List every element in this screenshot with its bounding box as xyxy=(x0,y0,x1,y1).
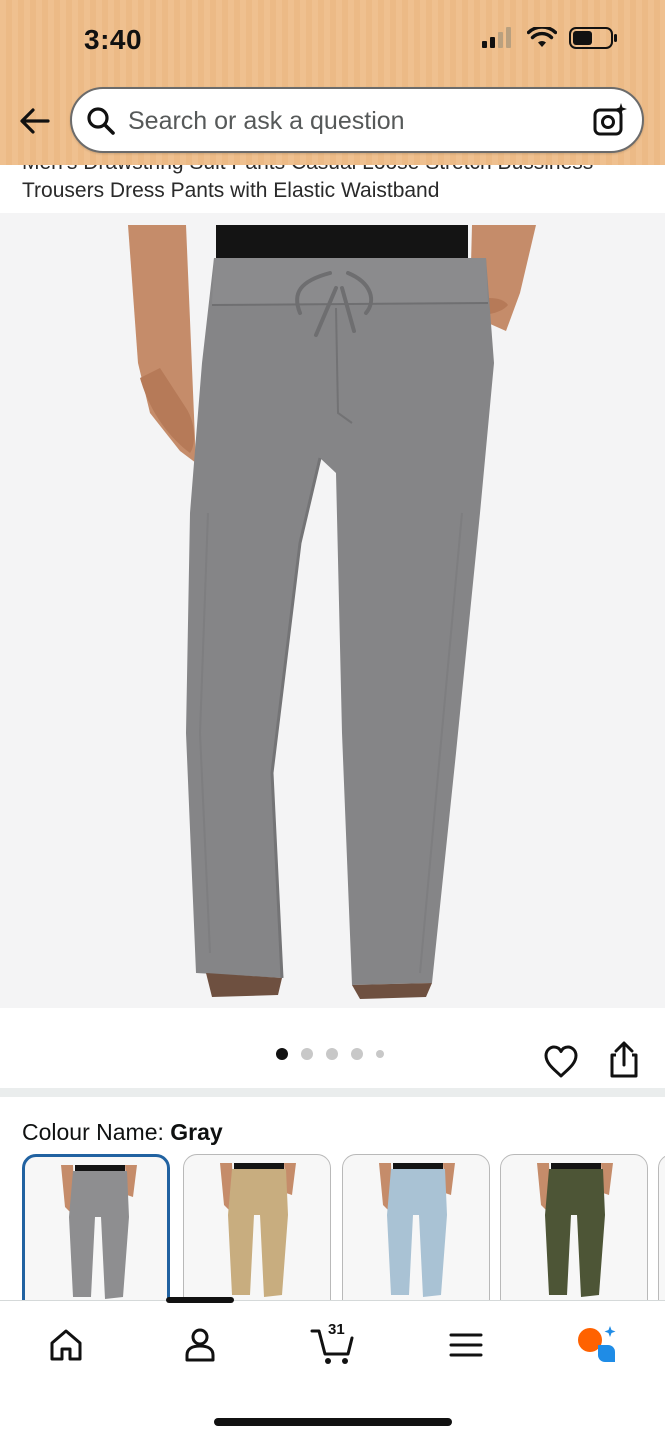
status-time: 3:40 xyxy=(84,24,143,55)
account-icon[interactable] xyxy=(180,1325,220,1365)
swatch-image xyxy=(61,1165,137,1299)
home-icon[interactable] xyxy=(46,1325,86,1365)
colour-swatch[interactable] xyxy=(658,1154,665,1304)
product-title: Men's Drawstring Suit Pants Casual Loose… xyxy=(22,165,593,202)
status-icons xyxy=(481,26,619,50)
back-arrow-icon xyxy=(20,108,50,134)
app-header: 3:40 Search or ask a question xyxy=(0,0,665,165)
bottom-nav: 31 xyxy=(0,1297,665,1440)
swatch-image xyxy=(537,1163,613,1297)
camera-search-icon[interactable] xyxy=(592,102,628,138)
home-indicator xyxy=(214,1418,452,1426)
carousel-dot[interactable] xyxy=(351,1048,363,1060)
back-button[interactable] xyxy=(16,102,54,140)
carousel-dot[interactable] xyxy=(376,1050,384,1058)
search-bar[interactable]: Search or ask a question xyxy=(70,87,644,153)
active-tab-indicator xyxy=(166,1297,234,1303)
cellular-signal-icon xyxy=(482,27,511,48)
menu-icon[interactable] xyxy=(446,1325,486,1365)
cart-icon[interactable] xyxy=(310,1321,356,1367)
wifi-icon xyxy=(527,27,557,47)
product-photo xyxy=(128,225,536,999)
swatch-image xyxy=(220,1163,296,1297)
rufus-ai-icon[interactable] xyxy=(576,1323,618,1365)
colour-swatch[interactable] xyxy=(500,1154,648,1304)
search-icon xyxy=(87,107,115,135)
status-bar: 3:40 xyxy=(0,0,665,82)
colour-swatch-list xyxy=(22,1154,665,1304)
colour-label-text: Colour Name: xyxy=(22,1119,164,1145)
search-input[interactable]: Search or ask a question xyxy=(128,107,405,136)
colour-label: Colour Name: Gray xyxy=(22,1119,223,1146)
product-image[interactable] xyxy=(0,213,665,1008)
colour-selected-value: Gray xyxy=(170,1119,223,1145)
colour-swatch[interactable] xyxy=(342,1154,490,1304)
share-icon[interactable] xyxy=(606,1041,642,1079)
colour-swatch[interactable] xyxy=(22,1154,170,1304)
carousel-dot[interactable] xyxy=(326,1048,338,1060)
product-title-area: Men's Drawstring Suit Pants Casual Loose… xyxy=(0,165,665,215)
colour-swatch[interactable] xyxy=(183,1154,331,1304)
carousel-dots[interactable] xyxy=(276,1048,384,1060)
image-carousel-controls xyxy=(0,1008,665,1090)
swatch-image xyxy=(379,1163,455,1297)
section-divider xyxy=(0,1088,665,1097)
battery-icon xyxy=(569,27,617,49)
wishlist-heart-icon[interactable] xyxy=(543,1044,579,1080)
carousel-dot[interactable] xyxy=(276,1048,288,1060)
carousel-dot[interactable] xyxy=(301,1048,313,1060)
